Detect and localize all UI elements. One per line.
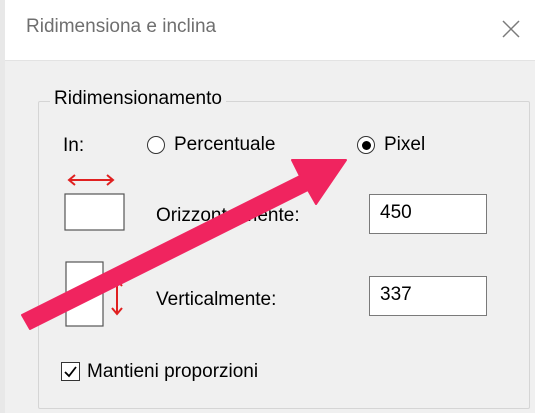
pixel-radio-label[interactable]: Pixel [384,134,425,156]
horizontal-input[interactable]: 450 [369,194,487,234]
horizontal-resize-icon [64,174,125,231]
in-label: In: [63,135,85,156]
close-button[interactable] [494,12,528,46]
resize-group-label: Ridimensionamento [50,88,226,110]
close-icon [502,20,520,38]
checkmark-icon [64,366,77,378]
radio-selected-dot [361,140,371,150]
percent-radio[interactable] [147,136,165,154]
vertical-label: Verticalmente: [156,289,277,310]
keep-ratio-label[interactable]: Mantieni proporzioni [87,361,258,383]
horizontal-label: Orizzontalmente: [156,205,300,226]
pixel-radio[interactable] [357,136,375,154]
keep-ratio-checkbox[interactable] [61,362,80,381]
vertical-resize-icon [65,261,123,327]
title-bar: Ridimensiona e inclina [0,0,535,61]
dialog-title: Ridimensiona e inclina [26,16,217,37]
percent-radio-label[interactable]: Percentuale [174,134,275,156]
vertical-input[interactable]: 337 [369,276,487,316]
